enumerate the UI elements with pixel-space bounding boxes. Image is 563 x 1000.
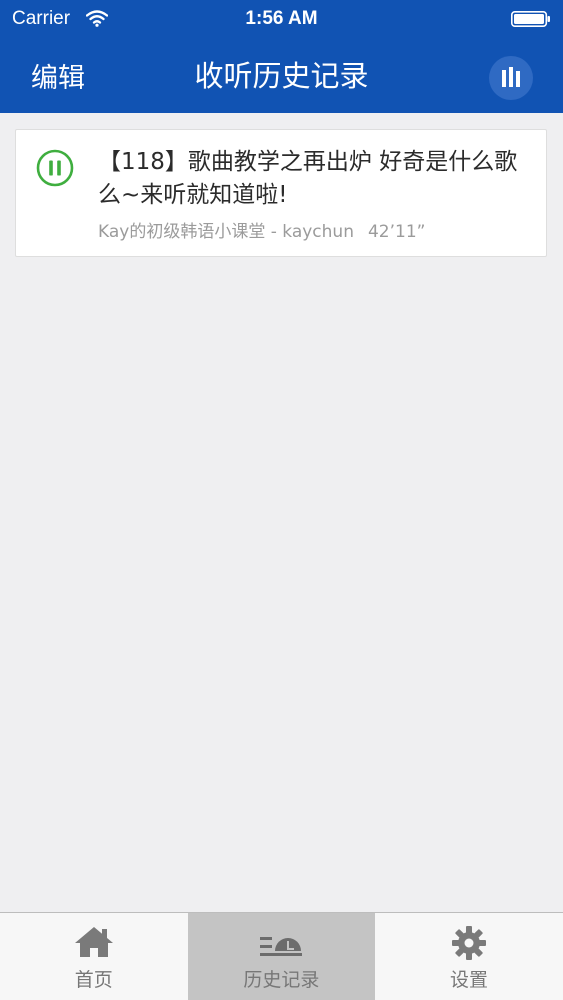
top-header: Carrier 1:56 AM 编辑 收听历史记录	[0, 0, 563, 113]
nav-bar: 编辑 收听历史记录	[0, 40, 563, 113]
status-time: 1:56 AM	[245, 8, 318, 29]
history-icon	[260, 937, 303, 956]
tab-settings[interactable]: 设置	[375, 913, 563, 1000]
now-playing-button[interactable]	[489, 56, 533, 100]
equalizer-icon	[502, 67, 520, 87]
tab-home[interactable]: 首页	[0, 913, 188, 1000]
episode-title: 【118】歌曲教学之再出炉 好奇是什么歌么~来听就知道啦!	[98, 149, 518, 208]
pause-icon[interactable]	[36, 149, 74, 187]
status-bar: Carrier 1:56 AM	[0, 0, 563, 40]
battery-icon	[511, 11, 550, 27]
tab-settings-label: 设置	[449, 969, 488, 991]
history-list-item[interactable]: 【118】歌曲教学之再出炉 好奇是什么歌么~来听就知道啦! Kay的初级韩语小课…	[15, 129, 547, 257]
channel-name: Kay的初级韩语小课堂 - kaychun	[98, 222, 354, 242]
tab-history-label: 历史记录	[243, 969, 320, 991]
tab-history[interactable]: 历史记录	[187, 913, 376, 1000]
episode-meta: Kay的初级韩语小课堂 - kaychun 42’11”	[98, 221, 425, 243]
episode-duration: 42’11”	[367, 222, 426, 242]
tab-home-label: 首页	[74, 969, 113, 991]
page-title: 收听历史记录	[194, 59, 369, 93]
home-icon	[74, 927, 113, 957]
tab-bar: 首页 历史记录 设置	[0, 912, 563, 1000]
gear-icon	[451, 926, 486, 960]
